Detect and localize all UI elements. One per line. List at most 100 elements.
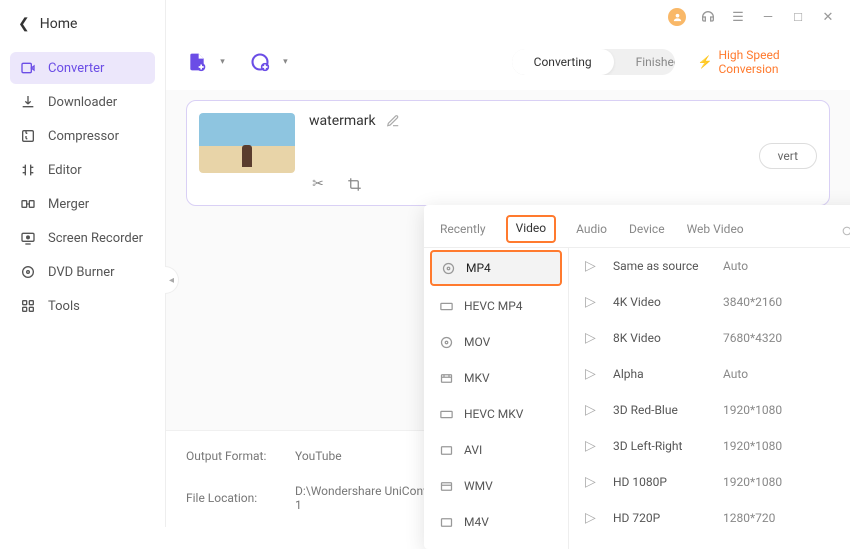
- film-icon: [438, 514, 454, 530]
- format-label: WMV: [464, 479, 493, 493]
- preset-row[interactable]: ▷ Alpha Auto: [569, 356, 850, 392]
- tab-recently[interactable]: Recently: [438, 216, 488, 246]
- file-location-label: File Location:: [186, 491, 278, 505]
- tab-audio[interactable]: Audio: [574, 216, 609, 246]
- preset-name: HD 720P: [613, 511, 723, 525]
- support-icon[interactable]: [700, 9, 716, 25]
- play-icon: ▷: [585, 474, 603, 490]
- tab-web-video[interactable]: Web Video: [685, 216, 746, 246]
- merger-icon: [20, 196, 36, 212]
- preset-row[interactable]: ▷ 8K Video 7680*4320: [569, 320, 850, 356]
- format-mp4[interactable]: MP4: [430, 250, 562, 286]
- format-hevc-mkv[interactable]: HEVC MKV: [424, 396, 568, 432]
- rename-icon[interactable]: [386, 114, 400, 128]
- format-label: AVI: [464, 443, 482, 457]
- dvd-icon: [20, 264, 36, 280]
- format-mov[interactable]: MOV: [424, 324, 568, 360]
- sidebar-item-label: Compressor: [48, 129, 119, 144]
- high-speed-button[interactable]: ⚡ High Speed Conversion: [690, 44, 831, 80]
- convert-button[interactable]: vert: [759, 143, 817, 169]
- sidebar-item-label: Merger: [48, 197, 89, 212]
- hevc-icon: [438, 298, 454, 314]
- preset-res: 1920*1080: [723, 439, 823, 453]
- toolbar: ▾ ▾ Converting Finished ⚡ High Speed Con…: [166, 34, 850, 90]
- minimize-icon[interactable]: —: [760, 9, 776, 25]
- sidebar-item-editor[interactable]: Editor: [10, 154, 155, 186]
- format-label: MOV: [464, 335, 490, 349]
- tab-device[interactable]: Device: [627, 216, 667, 246]
- preset-row[interactable]: ▷ 4K Video 3840*2160: [569, 284, 850, 320]
- format-hevc-mp4[interactable]: HEVC MP4: [424, 288, 568, 324]
- preset-name: Same as source: [613, 259, 723, 273]
- play-icon: ▷: [585, 294, 603, 310]
- preset-name: 3D Left-Right: [613, 439, 723, 453]
- format-avi[interactable]: AVI: [424, 432, 568, 468]
- tab-converting[interactable]: Converting: [512, 49, 614, 75]
- main-area: ◂ ☰ — □ ✕ ▾ ▾ Converting Finish: [166, 0, 850, 527]
- film-icon: [438, 370, 454, 386]
- preset-row[interactable]: ▷ 3D Left-Right 1920*1080: [569, 428, 850, 464]
- play-icon: ▷: [585, 402, 603, 418]
- sidebar-item-label: Downloader: [48, 95, 117, 110]
- sidebar-item-converter[interactable]: Converter: [10, 52, 155, 84]
- file-title: watermark: [309, 113, 376, 129]
- hevc-icon: [438, 406, 454, 422]
- search-icon: [841, 225, 850, 238]
- disc-icon: [440, 260, 456, 276]
- format-list: MP4 HEVC MP4 MOV MKV: [424, 248, 569, 549]
- preset-name: Alpha: [613, 367, 723, 381]
- sidebar: ❮ Home Converter Downloader Compressor: [0, 0, 166, 527]
- format-m4v[interactable]: M4V: [424, 504, 568, 540]
- sidebar-item-downloader[interactable]: Downloader: [10, 86, 155, 118]
- editor-icon: [20, 162, 36, 178]
- bolt-icon: ⚡: [698, 55, 713, 69]
- preset-res: 7680*4320: [723, 331, 823, 345]
- sidebar-item-label: Editor: [48, 163, 82, 178]
- film-icon: [438, 442, 454, 458]
- sidebar-item-compressor[interactable]: Compressor: [10, 120, 155, 152]
- add-url-button[interactable]: [249, 49, 271, 75]
- video-thumbnail[interactable]: [199, 113, 295, 173]
- sidebar-item-label: DVD Burner: [48, 265, 115, 280]
- sidebar-item-tools[interactable]: Tools: [10, 290, 155, 322]
- maximize-icon[interactable]: □: [790, 9, 806, 25]
- add-url-dropdown-icon[interactable]: ▾: [283, 57, 288, 67]
- avatar[interactable]: [668, 8, 686, 26]
- output-format-label: Output Format:: [186, 449, 278, 463]
- format-search[interactable]: Search: [841, 224, 850, 238]
- play-icon: ▷: [585, 366, 603, 382]
- disc-icon: [438, 334, 454, 350]
- tab-video[interactable]: Video: [506, 215, 557, 243]
- menu-icon[interactable]: ☰: [730, 9, 746, 25]
- format-dropdown-panel: Recently Video Audio Device Web Video Se…: [424, 205, 850, 549]
- back-icon[interactable]: ❮: [18, 16, 30, 32]
- preset-res: Auto: [723, 259, 823, 273]
- format-mkv[interactable]: MKV: [424, 360, 568, 396]
- download-icon: [20, 94, 36, 110]
- preset-row[interactable]: ▷ Same as source Auto: [569, 248, 850, 284]
- trim-icon[interactable]: ✂: [309, 175, 327, 193]
- crop-icon[interactable]: [345, 175, 363, 193]
- preset-row[interactable]: ▷ HD 1080P 1920*1080: [569, 464, 850, 500]
- sidebar-item-screen-recorder[interactable]: Screen Recorder: [10, 222, 155, 254]
- sidebar-item-merger[interactable]: Merger: [10, 188, 155, 220]
- format-label: HEVC MKV: [464, 407, 523, 421]
- sidebar-item-dvd-burner[interactable]: DVD Burner: [10, 256, 155, 288]
- play-icon: ▷: [585, 258, 603, 274]
- format-wmv[interactable]: WMV: [424, 468, 568, 504]
- preset-name: 3D Red-Blue: [613, 403, 723, 417]
- converter-icon: [20, 60, 36, 76]
- tools-icon: [20, 298, 36, 314]
- preset-row[interactable]: ▷ 3D Red-Blue 1920*1080: [569, 392, 850, 428]
- preset-res: Auto: [723, 367, 823, 381]
- close-icon[interactable]: ✕: [820, 9, 836, 25]
- add-file-dropdown-icon[interactable]: ▾: [220, 57, 225, 67]
- preset-res: 1920*1080: [723, 403, 823, 417]
- tab-finished[interactable]: Finished: [614, 49, 676, 75]
- compress-icon: [20, 128, 36, 144]
- preset-name: HD 1080P: [613, 475, 723, 489]
- preset-row[interactable]: ▷ HD 720P 1280*720: [569, 500, 850, 536]
- preset-name: 8K Video: [613, 331, 723, 345]
- add-file-button[interactable]: [186, 49, 208, 75]
- preset-name: 4K Video: [613, 295, 723, 309]
